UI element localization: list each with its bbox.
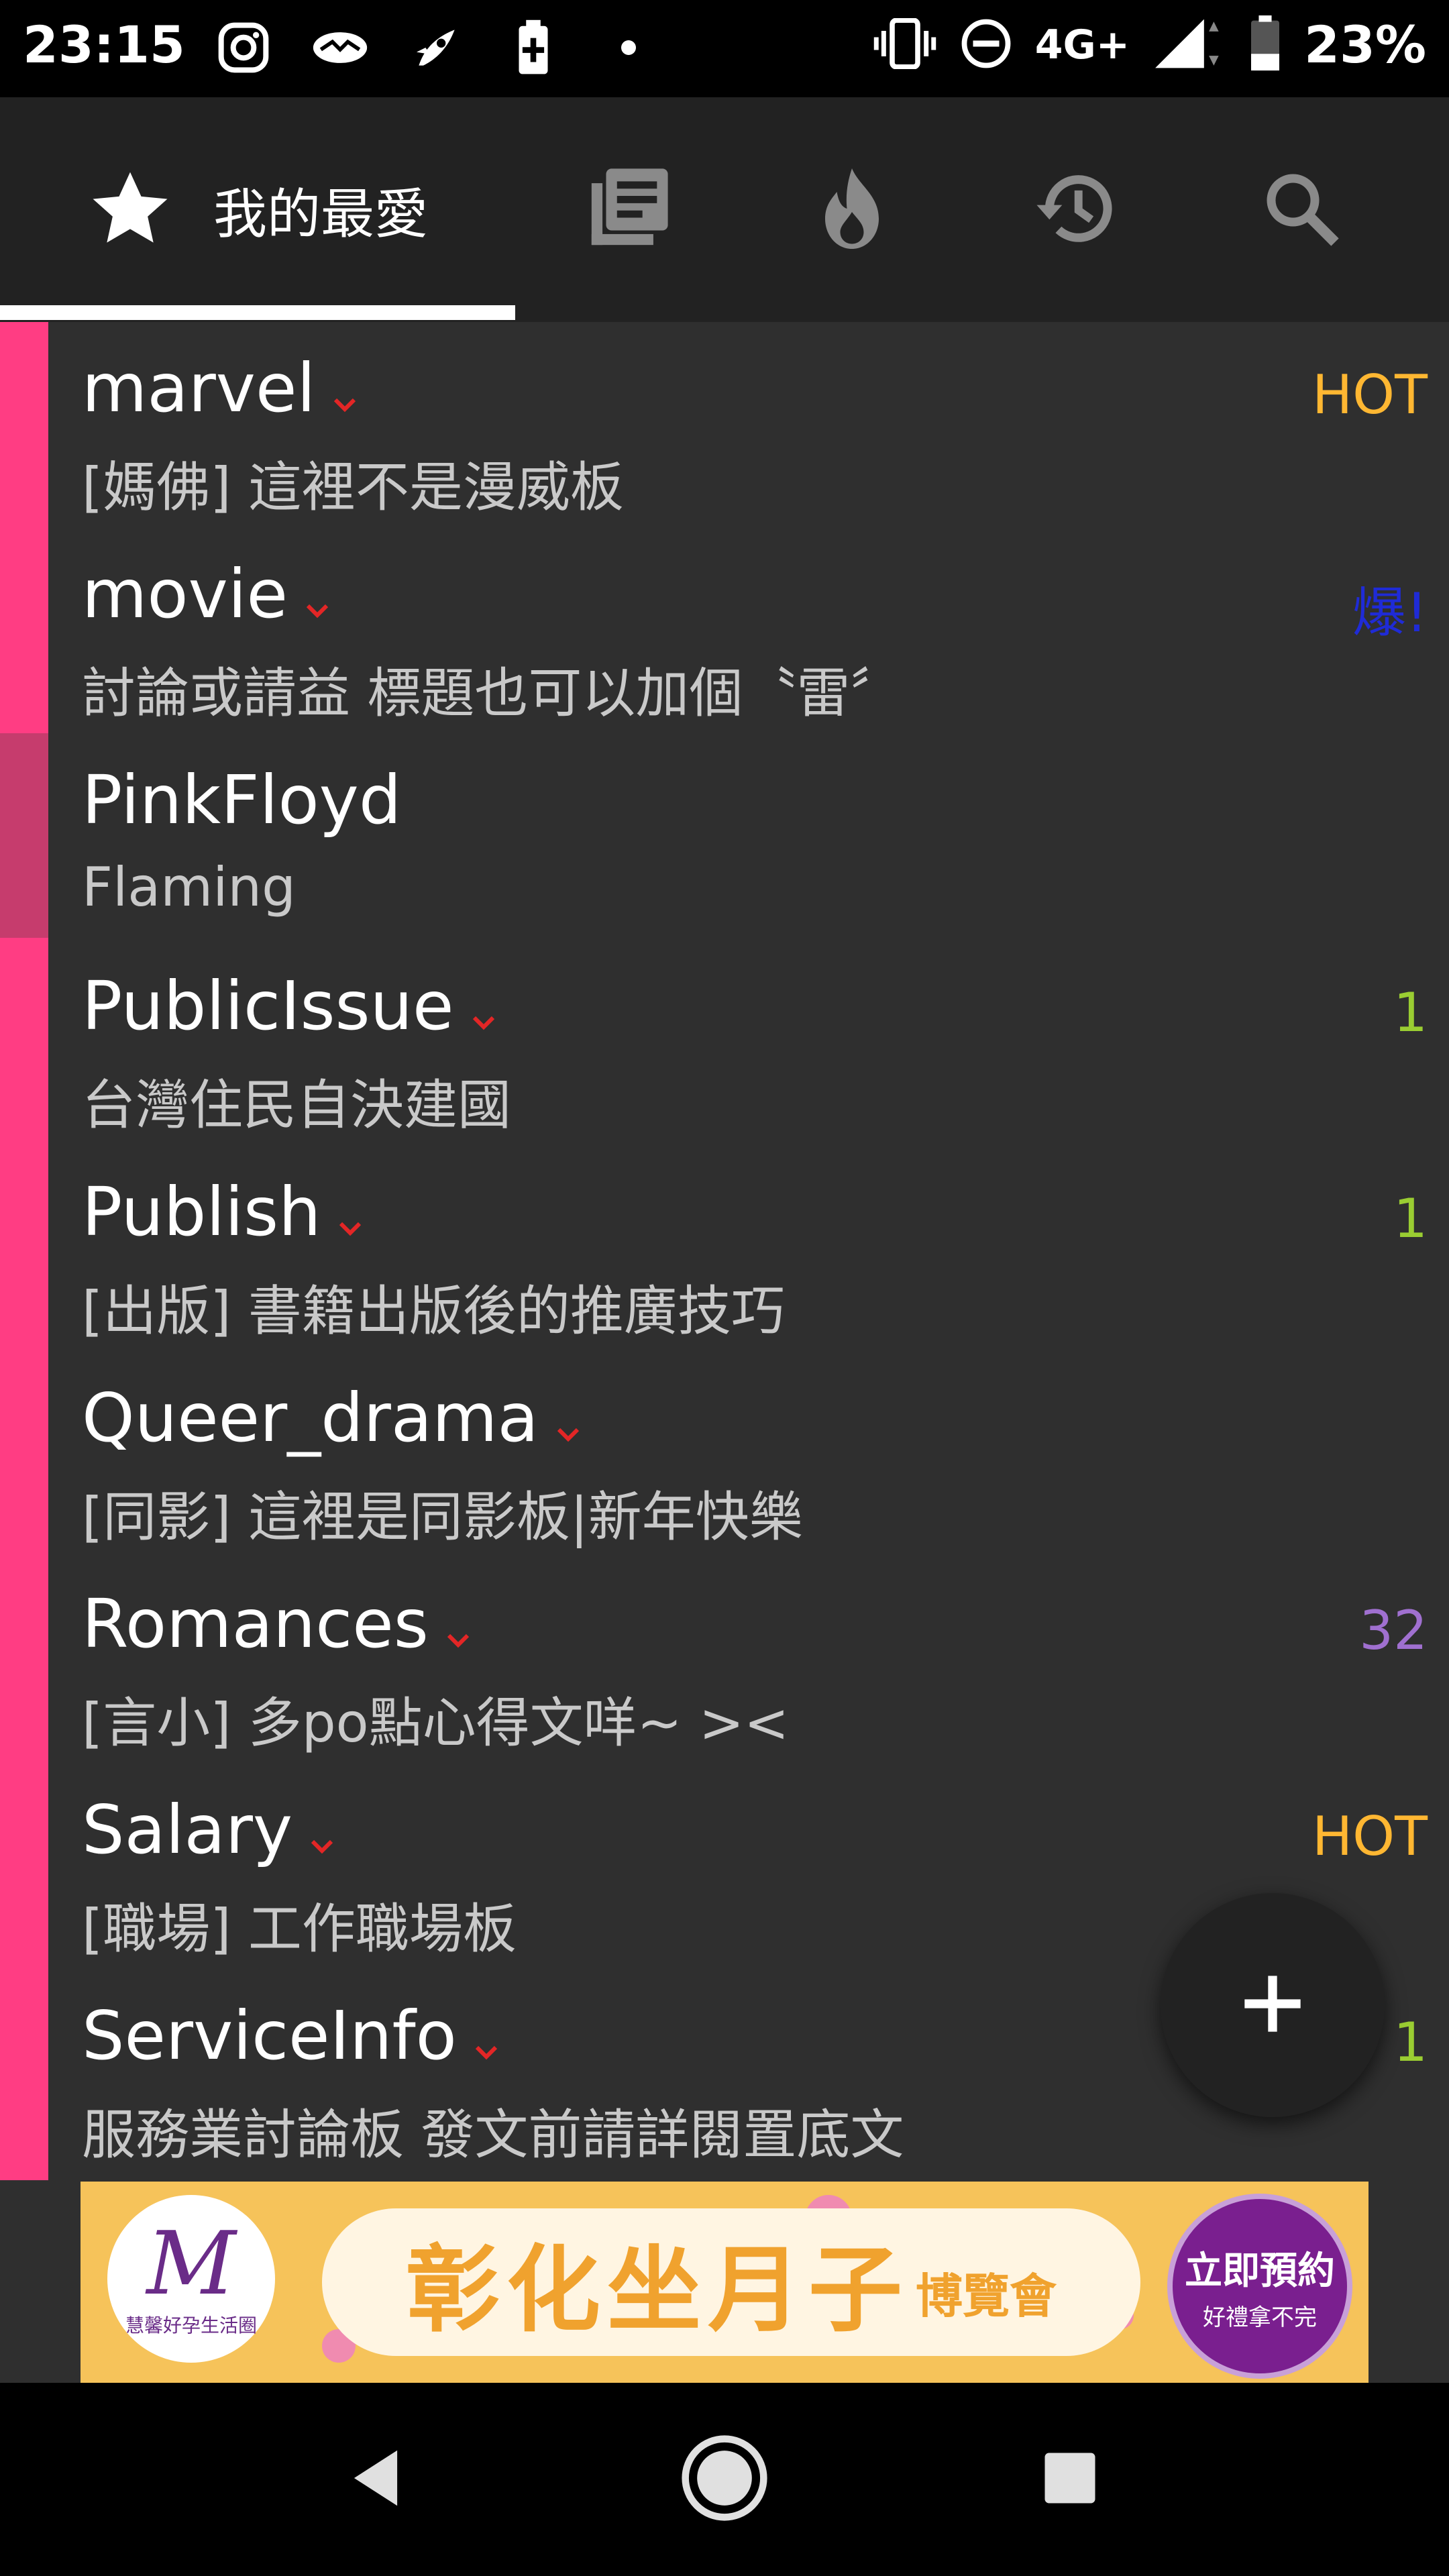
vibrate-icon bbox=[873, 17, 937, 72]
ad-logo: M 慧馨好孕生活圈 bbox=[107, 2195, 275, 2363]
board-row-movie[interactable]: movie 討論或請益 標題也可以加個〝雷〞 爆! bbox=[48, 528, 1449, 734]
accent-strip-dim bbox=[0, 733, 48, 938]
status-time: 23:15 bbox=[23, 15, 185, 74]
board-name: Queer_drama bbox=[82, 1379, 539, 1457]
ad-banner[interactable]: M 慧馨好孕生活圈 彰化坐月子 博覽會 立即預約 好禮拿不完 bbox=[80, 2182, 1368, 2383]
board-title: Publish bbox=[82, 1173, 364, 1255]
rocket-icon bbox=[408, 19, 466, 76]
battery-icon bbox=[1249, 15, 1281, 74]
instagram-icon bbox=[215, 19, 272, 76]
board-badge: HOT bbox=[1312, 364, 1428, 426]
chevron-down-icon bbox=[473, 2000, 500, 2079]
back-button[interactable] bbox=[322, 2426, 429, 2533]
chevron-down-icon bbox=[309, 1794, 335, 1873]
notification-icons bbox=[215, 19, 636, 76]
board-row-queer-drama[interactable]: Queer_drama [同影] 這裡是同影板|新年快樂 bbox=[48, 1352, 1449, 1558]
board-title: marvel bbox=[82, 349, 358, 431]
active-tab-indicator bbox=[0, 305, 515, 320]
tab-favorites-label: 我的最愛 bbox=[213, 182, 428, 246]
chevron-down-icon bbox=[555, 1383, 582, 1461]
tab-bar: 我的最愛 bbox=[0, 97, 1449, 322]
board-description: [言小] 多po點心得文咩~ >< bbox=[82, 1692, 790, 1754]
ad-logo-caption: 慧馨好孕生活圈 bbox=[125, 2314, 257, 2337]
star-icon bbox=[87, 166, 173, 254]
board-description: 服務業討論板 發文前請詳閱置底文 bbox=[82, 2104, 904, 2166]
board-name: PublicIssue bbox=[82, 967, 454, 1045]
board-description: [職場] 工作職場板 bbox=[82, 1898, 517, 1960]
chevron-down-icon bbox=[470, 971, 497, 1049]
add-board-button[interactable] bbox=[1161, 1893, 1385, 2117]
board-badge: 爆! bbox=[1352, 582, 1428, 644]
chevron-down-icon bbox=[445, 1589, 472, 1667]
home-button[interactable] bbox=[671, 2426, 778, 2533]
ad-cta-button[interactable]: 立即預約 好禮拿不完 bbox=[1167, 2194, 1352, 2379]
ad-cta-line2: 好禮拿不完 bbox=[1203, 2304, 1317, 2331]
board-title: PublicIssue bbox=[82, 967, 497, 1049]
board-description: [同影] 這裡是同影板|新年快樂 bbox=[82, 1486, 803, 1548]
system-nav-bar bbox=[0, 2383, 1449, 2576]
board-title: Queer_drama bbox=[82, 1379, 582, 1461]
ad-headline: 彰化坐月子 bbox=[405, 2236, 909, 2345]
ad-headline-pill: 彰化坐月子 博覽會 bbox=[322, 2208, 1140, 2356]
board-description: [出版] 書籍出版後的推廣技巧 bbox=[82, 1280, 785, 1342]
chevron-down-icon bbox=[304, 559, 331, 637]
tab-boards[interactable] bbox=[561, 97, 695, 322]
board-row-romances[interactable]: Romances [言小] 多po點心得文咩~ >< 32 bbox=[48, 1558, 1449, 1764]
board-title: Romances bbox=[82, 1585, 472, 1667]
history-icon bbox=[1033, 165, 1120, 255]
tab-search[interactable] bbox=[1234, 97, 1368, 322]
board-title: movie bbox=[82, 555, 331, 637]
board-title: Salary bbox=[82, 1790, 335, 1873]
board-description: 台灣住民自決建國 bbox=[82, 1074, 511, 1136]
search-icon bbox=[1261, 168, 1342, 252]
board-name: marvel bbox=[82, 349, 316, 427]
tab-favorites[interactable]: 我的最愛 bbox=[0, 97, 515, 322]
accent-strip bbox=[0, 322, 48, 2180]
battery-percent: 23% bbox=[1304, 15, 1426, 74]
network-type: 4G+ bbox=[1034, 21, 1130, 68]
board-title: ServiceInfo bbox=[82, 1996, 500, 2079]
board-description: [媽佛] 這裡不是漫威板 bbox=[82, 456, 624, 519]
plus-icon bbox=[1239, 1970, 1306, 2040]
board-badge: 32 bbox=[1359, 1599, 1428, 1662]
messenger-icon bbox=[311, 19, 369, 76]
board-title: PinkFloyd bbox=[82, 761, 401, 839]
tab-history[interactable] bbox=[1010, 97, 1144, 322]
more-notifications-icon bbox=[621, 40, 636, 55]
chevron-down-icon bbox=[337, 1177, 364, 1255]
ad-headline-suffix: 博覽會 bbox=[916, 2268, 1057, 2324]
board-row-publicissue[interactable]: PublicIssue 台灣住民自決建國 1 bbox=[48, 940, 1449, 1146]
board-row-marvel[interactable]: marvel [媽佛] 這裡不是漫威板 HOT bbox=[48, 322, 1449, 528]
ad-logo-letter: M bbox=[146, 2212, 236, 2314]
system-icons: 4G+ 23% bbox=[873, 15, 1426, 74]
fire-icon bbox=[812, 165, 892, 255]
chevron-down-icon bbox=[331, 353, 358, 431]
tab-hot[interactable] bbox=[785, 97, 919, 322]
board-name: Publish bbox=[82, 1173, 321, 1251]
board-description: 討論或請益 標題也可以加個〝雷〞 bbox=[82, 662, 904, 724]
board-name: Romances bbox=[82, 1585, 429, 1663]
home-icon bbox=[678, 2431, 771, 2528]
recents-icon bbox=[1036, 2445, 1104, 2514]
boards-icon bbox=[584, 165, 672, 255]
status-bar: 23:15 4G+ 23% bbox=[0, 0, 1449, 97]
board-row-publish[interactable]: Publish [出版] 書籍出版後的推廣技巧 1 bbox=[48, 1146, 1449, 1352]
board-badge: 1 bbox=[1393, 1187, 1428, 1250]
board-description: Flaming bbox=[82, 856, 296, 918]
dnd-icon bbox=[960, 17, 1012, 72]
board-name: ServiceInfo bbox=[82, 1996, 457, 2075]
back-icon bbox=[339, 2441, 413, 2518]
board-badge: 1 bbox=[1393, 2011, 1428, 2074]
board-name: movie bbox=[82, 555, 288, 633]
board-badge: 1 bbox=[1393, 981, 1428, 1044]
board-name: Salary bbox=[82, 1790, 293, 1869]
battery-saver-icon bbox=[504, 19, 562, 76]
recents-button[interactable] bbox=[1016, 2426, 1124, 2533]
board-badge: HOT bbox=[1312, 1805, 1428, 1868]
board-name: PinkFloyd bbox=[82, 761, 402, 839]
signal-icon bbox=[1152, 17, 1226, 73]
ad-cta-line1: 立即預約 bbox=[1185, 2249, 1335, 2293]
board-row-pinkfloyd[interactable]: PinkFloyd Flaming bbox=[48, 734, 1449, 940]
